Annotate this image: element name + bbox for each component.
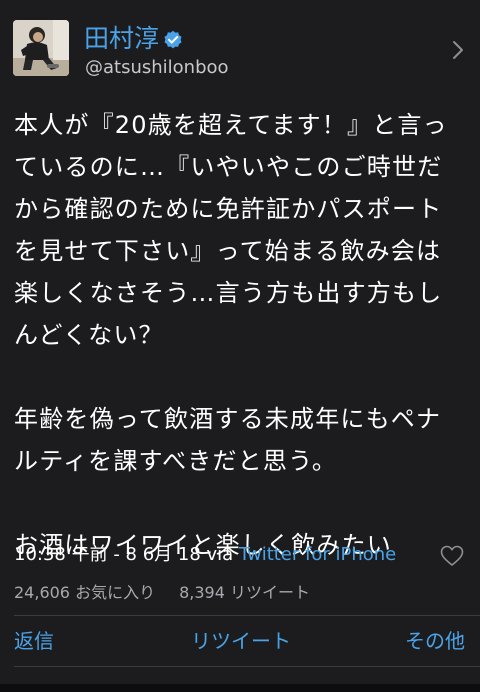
- tweet-line: ルティを課すべきだと思う。: [14, 447, 338, 475]
- avatar-photo: [13, 20, 69, 76]
- tweet-line: を見せて下さい』って始まる飲み会は: [14, 237, 442, 265]
- tweet-paragraph: 年齢を偽って飲酒する未成年にもペナ ルティを課すべきだと思う。: [14, 398, 468, 482]
- divider: [14, 666, 480, 667]
- tweet-line: 本人が『20歳を超えてます！』と言っ: [14, 111, 448, 139]
- favorites-count[interactable]: 24,606 お気に入り: [14, 583, 155, 602]
- chevron-right-icon[interactable]: [452, 40, 464, 60]
- tweet-stats: 24,606 お気に入り 8,394 リツイート: [14, 583, 334, 603]
- next-item-strip: [0, 684, 480, 692]
- client-link[interactable]: Twitter for iPhone: [239, 544, 396, 565]
- via-label: via: [206, 544, 234, 565]
- tweet-line: 楽しくなさそう…言う方も出す方もし: [14, 279, 443, 307]
- tweet-paragraph: 本人が『20歳を超えてます！』と言っ ているのに…『いやいやこのご時世だ から確…: [14, 104, 468, 356]
- tweet-text: 本人が『20歳を超えてます！』と言っ ているのに…『いやいやこのご時世だ から確…: [14, 104, 468, 566]
- avatar[interactable]: [13, 20, 69, 76]
- more-button[interactable]: その他: [405, 628, 465, 654]
- tweet-line: 年齢を偽って飲酒する未成年にもペナ: [14, 405, 442, 433]
- tweet-meta: 10:38 午前 - 8 6月 18 via Twitter for iPhon…: [14, 543, 434, 567]
- tweet-timestamp: 10:38 午前 - 8 6月 18: [14, 544, 201, 565]
- tweet-line: ているのに…『いやいやこのご時世だ: [14, 153, 443, 181]
- heart-icon[interactable]: [440, 545, 464, 567]
- tweet-line: から確認のために免許証かパスポート: [14, 195, 443, 223]
- verified-badge-icon: [164, 30, 182, 49]
- tweet-line: んどくない？: [14, 321, 164, 349]
- user-handle[interactable]: @atsushilonboo: [85, 57, 229, 79]
- display-name[interactable]: 田村淳: [84, 24, 159, 54]
- action-bar: 返信 リツイート その他: [0, 616, 480, 666]
- retweet-button[interactable]: リツイート: [191, 628, 291, 654]
- retweets-count[interactable]: 8,394 リツイート: [179, 583, 310, 602]
- tweet-header[interactable]: 田村淳 @atsushilonboo: [0, 0, 480, 98]
- reply-button[interactable]: 返信: [14, 628, 54, 654]
